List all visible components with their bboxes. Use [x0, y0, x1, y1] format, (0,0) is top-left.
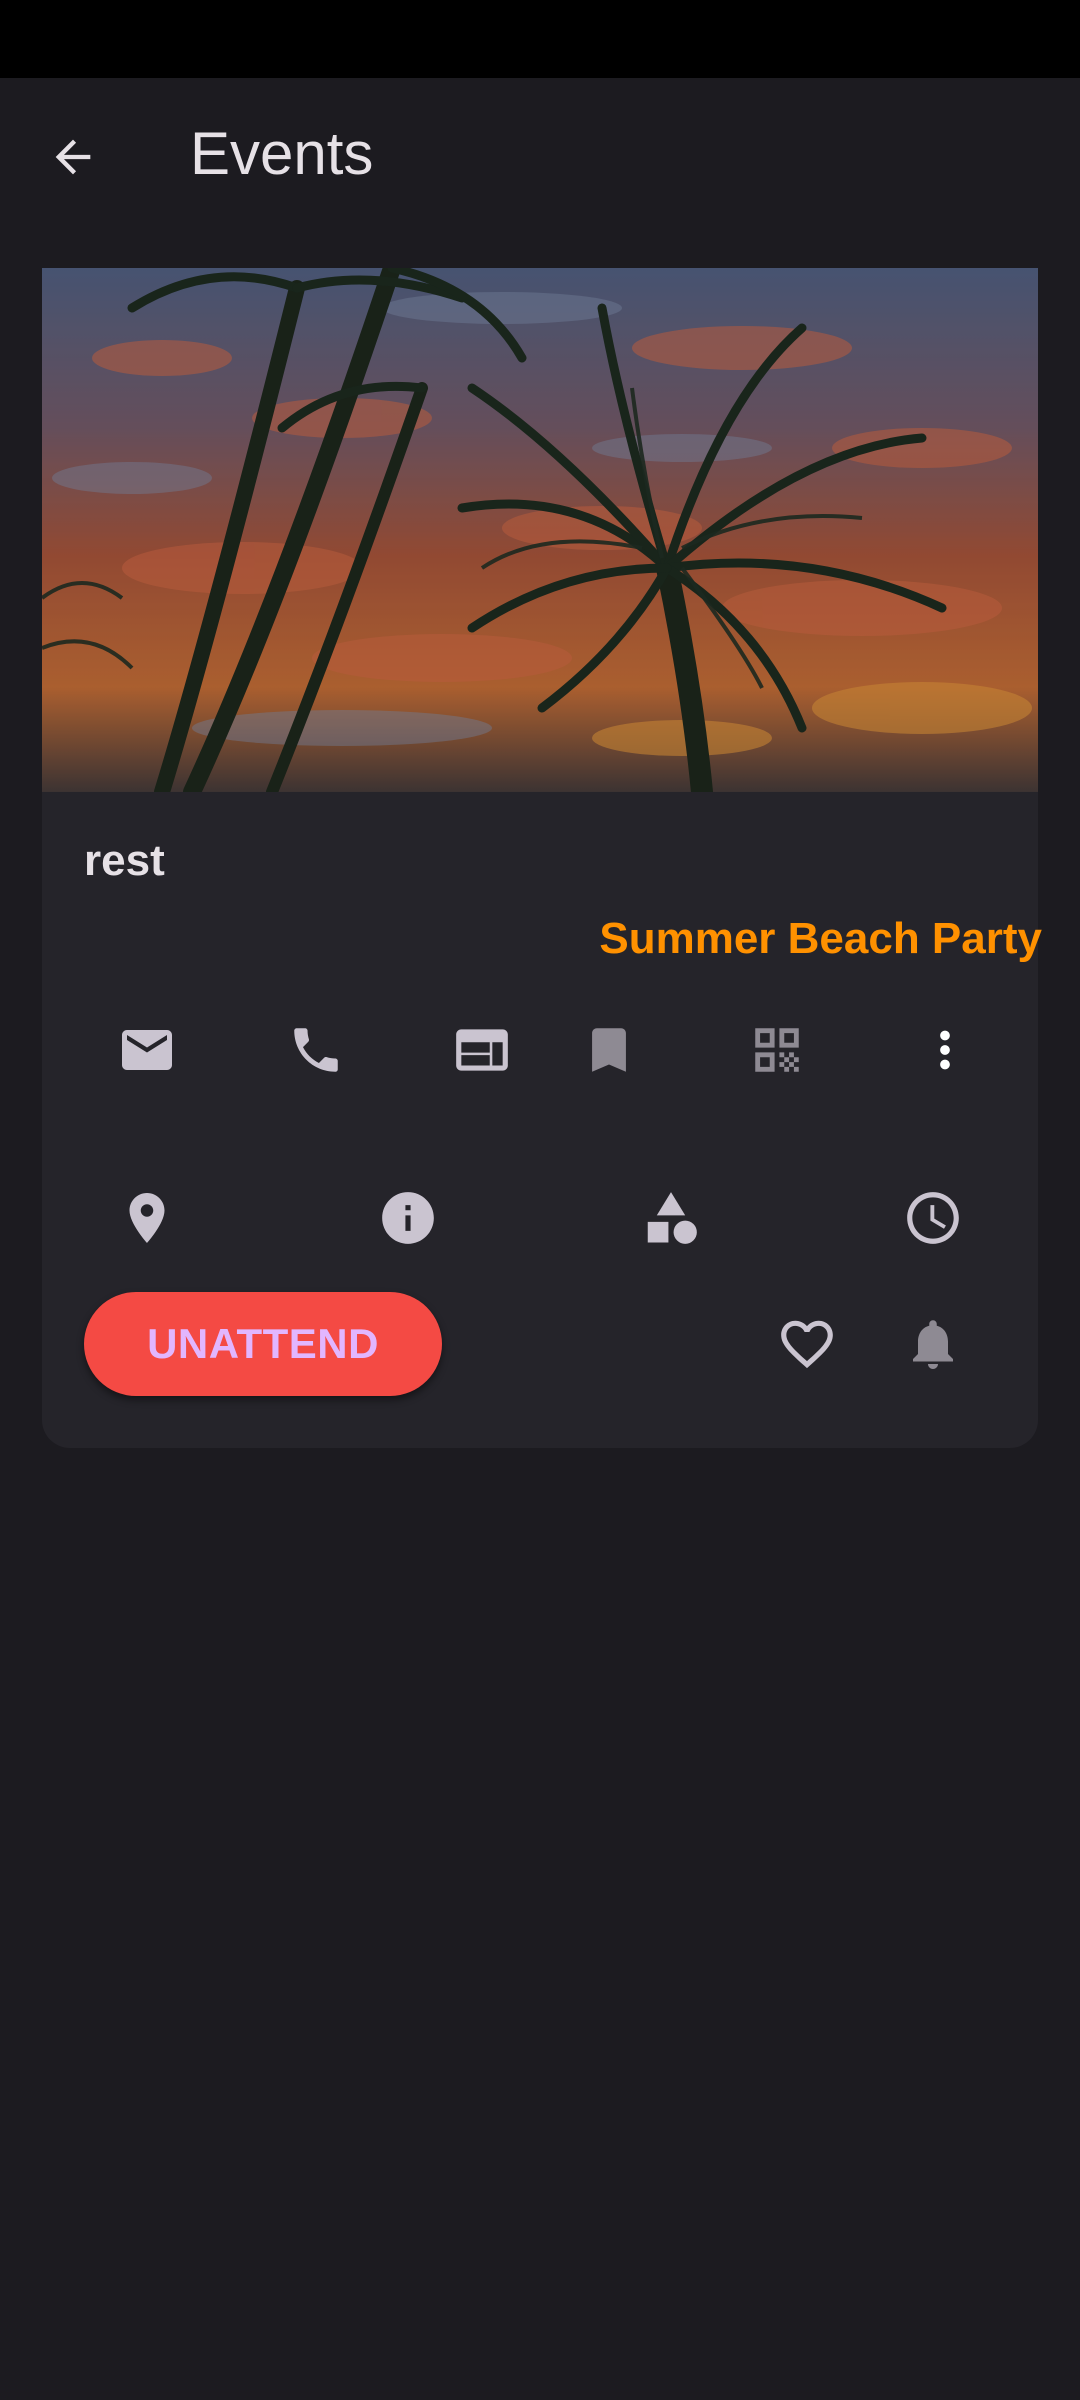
info-button[interactable]: [368, 1178, 448, 1258]
app-bar: Events: [0, 78, 1080, 228]
arrow-back-icon: [55, 139, 91, 175]
bookmark-icon: [592, 1028, 626, 1072]
email-icon: [122, 1030, 172, 1070]
phone-icon: [294, 1028, 338, 1072]
location-icon: [129, 1193, 165, 1243]
more-options-button[interactable]: [905, 1010, 985, 1090]
category-icon: [647, 1192, 697, 1244]
email-button[interactable]: [107, 1010, 187, 1090]
web-icon: [456, 1029, 508, 1071]
status-bar: [0, 0, 1080, 78]
event-image: [42, 268, 1038, 792]
info-icon: [382, 1192, 434, 1244]
category-button[interactable]: [631, 1178, 711, 1258]
phone-button[interactable]: [276, 1010, 356, 1090]
web-button[interactable]: [442, 1010, 522, 1090]
qr-code-icon: [755, 1028, 799, 1072]
more-vert-icon: [940, 1030, 950, 1070]
bell-icon: [913, 1320, 953, 1369]
clock-icon: [907, 1192, 959, 1244]
event-name: rest: [84, 836, 165, 885]
time-button[interactable]: [893, 1178, 973, 1258]
heart-icon: [781, 1320, 833, 1369]
location-button[interactable]: [107, 1178, 187, 1258]
event-card[interactable]: rest Summer Beach Party UNATTEND: [42, 268, 1042, 1448]
bookmark-button[interactable]: [569, 1010, 649, 1090]
back-button[interactable]: [28, 112, 118, 202]
palm-sunset-image: [42, 268, 1038, 792]
notification-button[interactable]: [893, 1304, 973, 1384]
qr-code-button[interactable]: [737, 1010, 817, 1090]
unattend-button[interactable]: UNATTEND: [84, 1292, 442, 1396]
favorite-button[interactable]: [767, 1304, 847, 1384]
page-title: Events: [190, 120, 374, 187]
event-subtitle: Summer Beach Party: [599, 914, 1042, 963]
